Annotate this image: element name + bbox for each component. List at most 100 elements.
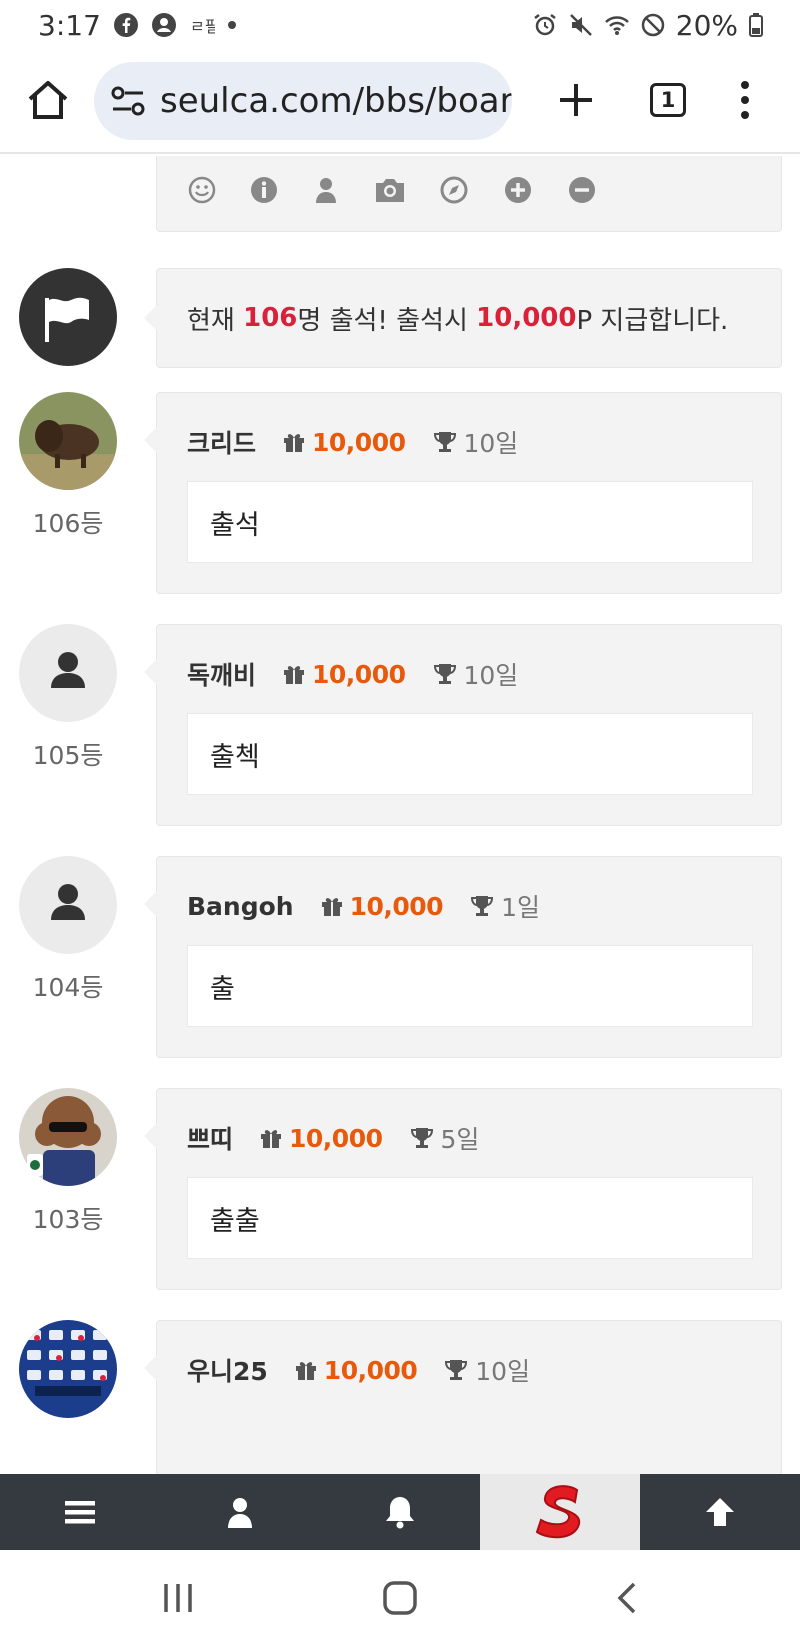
avatar[interactable] (19, 856, 117, 954)
rank-label: 103등 (32, 1205, 104, 1234)
points-value: 10,000 (312, 659, 406, 689)
arrow-up-icon (706, 1498, 734, 1526)
points-value: 10,000 (323, 1355, 418, 1385)
site-settings-icon[interactable] (108, 81, 148, 121)
comment-toolbar (156, 156, 782, 232)
facebook-icon (113, 13, 138, 37)
alarm-icon (534, 14, 556, 36)
trophy-icon (433, 664, 456, 684)
streak-days: 10일 (463, 661, 519, 690)
avatar[interactable] (19, 1088, 117, 1186)
user-icon[interactable] (311, 175, 341, 205)
scroll-top-button[interactable] (640, 1474, 800, 1550)
menu-icon (65, 1501, 95, 1524)
attendance-notice: 현재 106 명 출석! 출석시 10,000 P 지급합니다. (144, 268, 782, 368)
url-text: seulca.com/bbs/boarc (160, 81, 512, 121)
default-user-icon (51, 884, 85, 920)
entry-meta: 우니25 10,000 10일 (187, 1353, 530, 1387)
attendance-list: 현재 106 명 출석! 출석시 10,000 P 지급합니다. 106등 크리드 (0, 156, 800, 1474)
comment-text: 출출 (187, 1177, 753, 1259)
streak-days: 5일 (440, 1125, 480, 1154)
battery-charging-icon (749, 13, 763, 37)
status-time: 3:17 (38, 8, 101, 42)
recent-apps-icon[interactable] (158, 1578, 198, 1618)
avatar[interactable] (19, 392, 117, 490)
gift-icon (284, 434, 305, 452)
comment-card: 쁘띠 10,000 5일 출출 (144, 1088, 782, 1290)
user-name[interactable]: 크리드 (187, 424, 256, 460)
comment-card: 독깨비 10,000 10일 출첵 (144, 624, 782, 826)
poodle-avatar-image (19, 1088, 117, 1186)
tab-switcher-button[interactable]: 1 (650, 83, 686, 117)
user-name[interactable]: Bangoh (187, 892, 294, 921)
plus-circle-icon[interactable] (503, 175, 533, 205)
trophy-icon (445, 1360, 468, 1380)
new-tab-icon[interactable] (556, 80, 596, 120)
trophy-icon (433, 432, 456, 452)
browser-toolbar: seulca.com/bbs/boarc 1 (0, 50, 800, 154)
compass-icon[interactable] (439, 175, 469, 205)
comment-card: 우니25 10,000 10일 (144, 1320, 782, 1474)
comment-text: 출첵 (187, 713, 753, 795)
rank-label: 106등 (32, 509, 104, 538)
comment-card: Bangoh 10,000 1일 출 (144, 856, 782, 1058)
gift-icon (261, 1130, 282, 1148)
profile-button[interactable] (160, 1474, 320, 1550)
slot-avatar-image (19, 1320, 117, 1418)
attendee-count: 106 (243, 303, 298, 333)
notifications-button[interactable] (320, 1474, 480, 1550)
do-not-disturb-icon (641, 13, 665, 37)
comment-card: 크리드 10,000 10일 출석 (144, 392, 782, 594)
wifi-icon (604, 16, 629, 35)
rank-label: 105등 (32, 741, 104, 770)
user-name[interactable]: 우니25 (187, 1352, 268, 1388)
rank-label: 104등 (32, 973, 104, 1002)
emoticon-icon[interactable] (187, 175, 217, 205)
info-icon[interactable] (249, 175, 279, 205)
bison-avatar-image (19, 392, 117, 490)
more-options-icon[interactable] (738, 78, 752, 122)
gift-icon (284, 666, 305, 684)
notice-prefix: 현재 (187, 305, 244, 336)
gift-icon (295, 1362, 316, 1380)
comment-text: 출석 (187, 481, 753, 563)
tab-count: 1 (660, 88, 676, 112)
notice-suffix: P 지급합니다. (576, 305, 729, 336)
avatar[interactable] (19, 624, 117, 722)
gift-icon (321, 898, 342, 916)
menu-button[interactable] (0, 1474, 160, 1550)
points-value: 10,000 (312, 427, 406, 457)
user-name[interactable]: 독깨비 (187, 656, 256, 692)
dot-icon (227, 21, 236, 29)
back-icon[interactable] (608, 1578, 648, 1618)
user-name[interactable]: 쁘띠 (187, 1120, 233, 1156)
mute-icon (569, 14, 592, 36)
reward-points: 10,000 (476, 303, 577, 333)
trophy-icon (410, 1128, 433, 1148)
battery-percent: 20% (675, 8, 738, 42)
home-nav-icon[interactable] (380, 1578, 420, 1618)
minus-circle-icon[interactable] (567, 175, 597, 205)
camera-icon[interactable] (373, 175, 407, 205)
comment-text: 출 (187, 945, 753, 1027)
trophy-icon (471, 896, 494, 916)
entry-meta: Bangoh 10,000 1일 (187, 889, 540, 923)
site-logo-button[interactable] (480, 1474, 640, 1550)
streak-days: 1일 (501, 893, 540, 922)
home-icon[interactable] (26, 78, 70, 122)
svg-text:ㄹ필: ㄹ필 (190, 17, 215, 36)
entry-meta: 크리드 10,000 10일 (187, 425, 518, 459)
address-bar[interactable]: seulca.com/bbs/boarc (94, 62, 512, 140)
entry-meta: 독깨비 10,000 10일 (187, 657, 518, 691)
notice-middle: 명 출석! 출석시 (297, 305, 477, 336)
avatar[interactable] (19, 1320, 117, 1418)
points-value: 10,000 (289, 1123, 383, 1153)
notice-avatar (19, 268, 117, 366)
bell-icon (386, 1497, 414, 1529)
android-nav-bar (0, 1550, 800, 1645)
flag-icon (45, 297, 89, 342)
default-user-icon (51, 652, 85, 688)
user-icon (228, 1498, 252, 1528)
streak-days: 10일 (463, 429, 519, 458)
account-icon (151, 13, 176, 37)
